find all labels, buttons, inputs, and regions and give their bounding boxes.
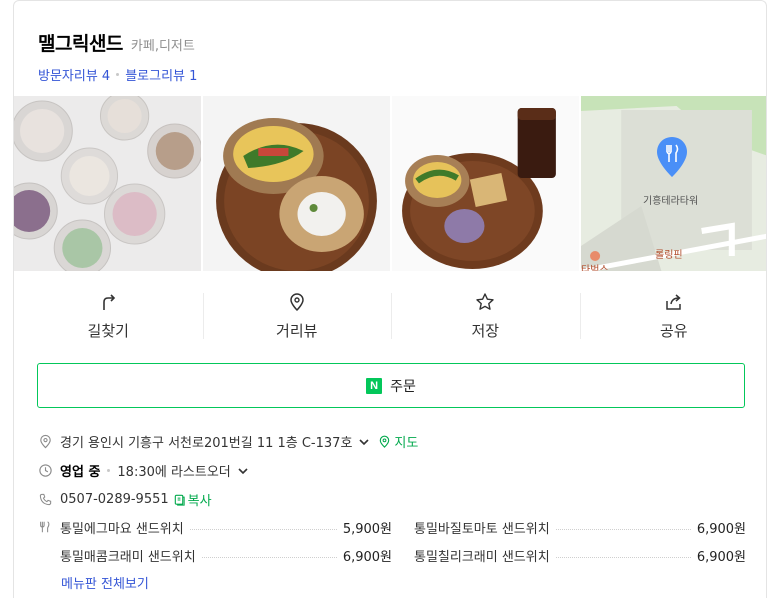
- photo-sandwich-plate[interactable]: [203, 96, 390, 271]
- menu-item-price: 5,900원: [342, 521, 392, 537]
- menu-item-name: 통밀매콤크래미 샌드위치: [60, 549, 196, 565]
- street-view-label: 거리뷰: [276, 321, 318, 340]
- blog-review-link[interactable]: 블로그리뷰 1: [125, 65, 197, 84]
- menu-item[interactable]: 통밀매콤크래미 샌드위치 6,900원: [60, 546, 392, 565]
- view-full-menu-link[interactable]: 메뉴판 전체보기: [61, 573, 149, 592]
- leader-dots: [555, 556, 691, 558]
- menu-item-price: 6,900원: [696, 521, 746, 537]
- menu-item-name: 통밀에그마요 샌드위치: [60, 521, 184, 537]
- review-links: 방문자리뷰 4 블로그리뷰 1: [38, 65, 197, 84]
- photo-ice-cream[interactable]: [14, 96, 201, 271]
- open-status: 영업 중: [60, 465, 101, 480]
- map-pin-icon: [657, 137, 687, 177]
- menu-item-price: 6,900원: [342, 549, 392, 565]
- directions-icon: [103, 293, 116, 310]
- share-icon: [666, 293, 681, 310]
- order-button[interactable]: N 주문: [37, 363, 745, 408]
- directions-label: 길찾기: [87, 321, 129, 340]
- place-header: 맬그릭샌드 카페,디저트 방문자리뷰 4 블로그리뷰 1: [38, 29, 197, 84]
- separator-dot: [107, 469, 111, 472]
- place-name[interactable]: 맬그릭샌드: [38, 29, 123, 56]
- photo-strip: 기흥테라타워 롤링핀 타벅스: [14, 96, 766, 271]
- menu-item-name: 통밀칠리크래미 샌드위치: [414, 549, 550, 565]
- leader-dots: [189, 528, 337, 530]
- place-category: 카페,디저트: [130, 39, 195, 54]
- share-button[interactable]: 공유: [579, 283, 767, 349]
- separator-dot: [116, 73, 120, 76]
- menu-item-price: 6,900원: [696, 549, 746, 565]
- save-button[interactable]: 저장: [391, 283, 580, 349]
- star-icon: [476, 292, 494, 310]
- map-pin-small-icon: [380, 435, 390, 448]
- address-text: 경기 용인시 기흥구 서천로201번길 11 1층 C-137호: [60, 436, 353, 451]
- copy-icon: [174, 494, 185, 506]
- clock-icon: [37, 463, 53, 479]
- map-link-label: 지도: [394, 436, 419, 451]
- street-view-button[interactable]: 거리뷰: [202, 283, 392, 349]
- visitor-review-link[interactable]: 방문자리뷰 4: [38, 65, 110, 84]
- menu-list: 통밀에그마요 샌드위치 5,900원 통밀바질토마토 샌드위치 6,900원 통…: [37, 513, 747, 569]
- place-card: 맬그릭샌드 카페,디저트 방문자리뷰 4 블로그리뷰 1 기흥테라타워 롤링핀 …: [13, 0, 767, 598]
- leader-dots: [201, 556, 337, 558]
- leader-dots: [555, 528, 691, 530]
- photo-drink-set[interactable]: [392, 96, 579, 271]
- save-label: 저장: [471, 321, 500, 340]
- menu-row: 통밀에그마요 샌드위치 5,900원 통밀바질토마토 샌드위치 6,900원: [37, 513, 747, 541]
- chevron-down-icon[interactable]: [358, 436, 370, 448]
- fork-knife-icon: [37, 520, 53, 534]
- menu-item[interactable]: 통밀에그마요 샌드위치 5,900원: [60, 518, 392, 537]
- map-poi-label-2: 타벅스: [581, 265, 609, 271]
- place-info: 경기 용인시 기흥구 서천로201번길 11 1층 C-137호 지도 영업 중…: [37, 427, 747, 514]
- share-label: 공유: [659, 321, 688, 340]
- location-icon: [37, 434, 53, 450]
- phone-icon: [37, 492, 53, 508]
- copy-label: 복사: [187, 494, 212, 509]
- location-pin-icon: [289, 292, 304, 311]
- phone-row: 0507-0289-9551 복사: [37, 485, 747, 514]
- action-bar: 길찾기 거리뷰 저장 공유: [14, 283, 767, 349]
- directions-button[interactable]: 길찾기: [14, 283, 203, 349]
- menu-item[interactable]: 통밀바질토마토 샌드위치 6,900원: [414, 518, 746, 537]
- map-building-label: 기흥테라타워: [643, 196, 699, 207]
- last-order-text: 18:30에 라스트오더: [117, 465, 231, 480]
- map-poi-label: 롤링핀: [655, 250, 683, 261]
- address-row: 경기 용인시 기흥구 서천로201번길 11 1층 C-137호 지도: [37, 427, 747, 456]
- menu-item[interactable]: 통밀칠리크래미 샌드위치 6,900원: [414, 546, 746, 565]
- copy-button[interactable]: 복사: [173, 490, 212, 509]
- hours-row: 영업 중 18:30에 라스트오더: [37, 456, 747, 485]
- order-label: 주문: [390, 378, 416, 395]
- mini-map[interactable]: 기흥테라타워 롤링핀 타벅스: [581, 96, 766, 271]
- naver-n-icon: N: [366, 377, 383, 394]
- menu-item-name: 통밀바질토마토 샌드위치: [414, 521, 550, 537]
- chevron-down-icon[interactable]: [237, 465, 249, 477]
- map-link[interactable]: 지도: [378, 432, 418, 451]
- menu-row: 통밀매콤크래미 샌드위치 6,900원 통밀칠리크래미 샌드위치 6,900원: [37, 541, 747, 569]
- phone-number[interactable]: 0507-0289-9551: [60, 492, 169, 507]
